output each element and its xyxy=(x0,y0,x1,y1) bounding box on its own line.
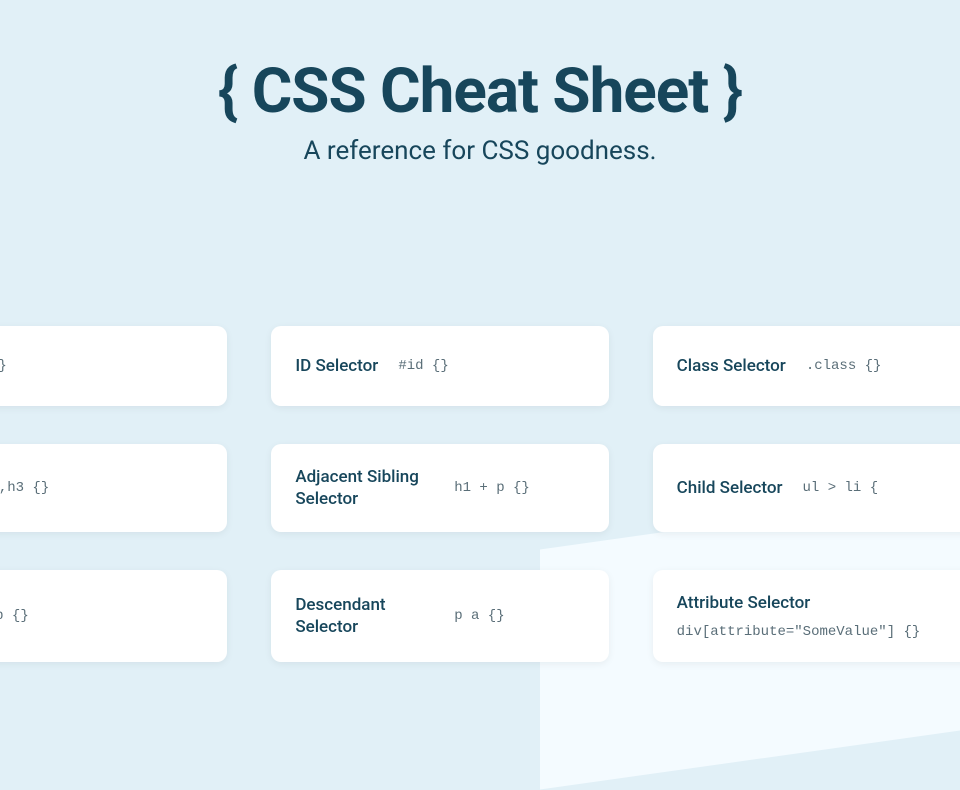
selector-card: ID Selector #id {} xyxy=(271,326,608,406)
selector-label: Adjacent Sibling Selector xyxy=(295,466,434,510)
selector-card: Adjacent Sibling Selector h1 + p {} xyxy=(271,444,608,532)
selector-card: ector * {} xyxy=(0,326,227,406)
selector-card: Attribute Selector div[attribute="SomeVa… xyxy=(653,570,960,662)
page-title: { CSS Cheat Sheet } xyxy=(0,55,960,128)
selector-label: Class Selector xyxy=(677,355,786,377)
selector-card: ng h1 ~ p {} xyxy=(0,570,227,662)
selector-code: h1, h2 ,h3 {} xyxy=(0,480,203,496)
selector-card: Descendant Selector p a {} xyxy=(271,570,608,662)
selector-code: p a {} xyxy=(434,608,584,624)
page-subtitle: A reference for CSS goodness. xyxy=(0,136,960,166)
selector-label: Attribute Selector xyxy=(677,592,811,614)
selector-label: Child Selector xyxy=(677,477,783,499)
selector-card: Child Selector ul > li { xyxy=(653,444,960,532)
selector-card: r h1, h2 ,h3 {} xyxy=(0,444,227,532)
selector-code: * {} xyxy=(0,358,203,374)
selector-code: .class {} xyxy=(786,358,960,374)
selector-card: Class Selector .class {} xyxy=(653,326,960,406)
selector-code: h1 + p {} xyxy=(434,480,584,496)
selector-code: #id {} xyxy=(378,358,584,374)
selector-grid: ector * {} ID Selector #id {} Class Sele… xyxy=(0,326,960,662)
selector-label: ID Selector xyxy=(295,355,378,377)
header: { CSS Cheat Sheet } A reference for CSS … xyxy=(0,0,960,166)
selector-code: ul > li { xyxy=(783,480,960,496)
selector-code: h1 ~ p {} xyxy=(0,608,203,624)
selector-code: div[attribute="SomeValue"] {} xyxy=(677,624,921,640)
selector-label: Descendant Selector xyxy=(295,594,434,638)
